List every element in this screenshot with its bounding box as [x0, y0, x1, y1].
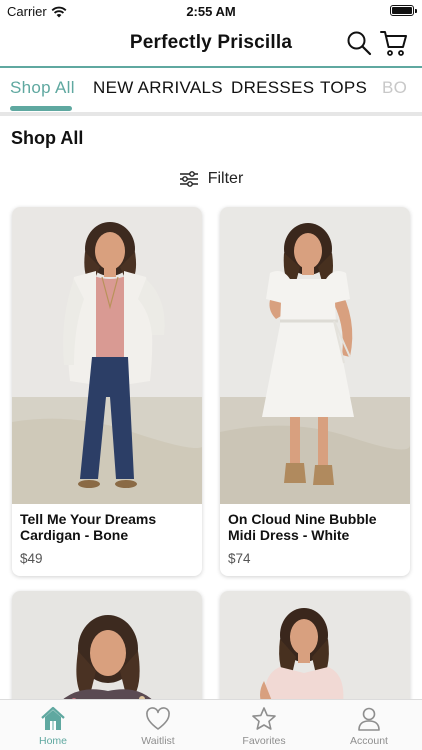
- product-card[interactable]: Tell Me Your Dreams Cardigan - Bone $49: [12, 207, 202, 576]
- product-price: $49: [20, 551, 43, 566]
- tab-dresses[interactable]: DRESSES: [231, 78, 314, 98]
- tabbar-account[interactable]: Account: [329, 706, 409, 747]
- product-card[interactable]: On Cloud Nine Bubble Midi Dress - White …: [220, 207, 410, 576]
- tabbar-account-label: Account: [350, 735, 388, 747]
- tabbar-favorites[interactable]: Favorites: [224, 706, 304, 747]
- tab-tops[interactable]: TOPS: [320, 78, 367, 98]
- tabbar-home[interactable]: Home: [13, 706, 93, 747]
- tabbar-waitlist-label: Waitlist: [141, 735, 175, 747]
- bottom-tab-bar: Home Waitlist Favorites Account: [0, 699, 422, 750]
- status-bar: Carrier 2:55 AM: [0, 0, 422, 22]
- clock: 2:55 AM: [186, 4, 236, 19]
- category-tabs: Shop All NEW ARRIVALS DRESSES TOPS BO: [0, 68, 422, 112]
- cart-icon: [380, 31, 407, 56]
- filter-button[interactable]: Filter: [0, 168, 422, 190]
- tabbar-favorites-label: Favorites: [242, 735, 286, 747]
- product-image: [12, 207, 202, 504]
- home-icon: [41, 706, 65, 730]
- product-card[interactable]: [220, 591, 410, 711]
- cart-button[interactable]: [379, 28, 409, 58]
- product-image: [220, 591, 410, 711]
- tabbar-waitlist[interactable]: Waitlist: [118, 706, 198, 747]
- battery-icon: [390, 5, 417, 16]
- product-price: $74: [228, 551, 251, 566]
- section-title: Shop All: [11, 128, 84, 148]
- search-button[interactable]: [346, 30, 372, 56]
- product-image: [220, 207, 410, 504]
- tab-new-arrivals[interactable]: NEW ARRIVALS: [93, 78, 223, 98]
- product-name: On Cloud Nine Bubble Midi Dress - White: [228, 511, 377, 543]
- tab-bo-partial[interactable]: BO: [382, 78, 407, 98]
- product-name: Tell Me Your Dreams Cardigan - Bone: [20, 511, 157, 543]
- heart-icon: [146, 707, 170, 730]
- product-card[interactable]: [12, 591, 202, 711]
- tabbar-home-label: Home: [38, 735, 67, 747]
- sliders-icon: [179, 171, 198, 187]
- filter-label: Filter: [207, 170, 244, 187]
- search-icon: [347, 31, 372, 56]
- star-icon: [252, 707, 276, 730]
- tab-shop-all[interactable]: Shop All: [10, 78, 75, 98]
- app-header: Perfectly Priscilla: [0, 22, 422, 66]
- person-icon: [358, 707, 380, 731]
- active-tab-indicator: [10, 106, 72, 111]
- product-image: [12, 591, 202, 711]
- tabs-divider: [0, 112, 422, 116]
